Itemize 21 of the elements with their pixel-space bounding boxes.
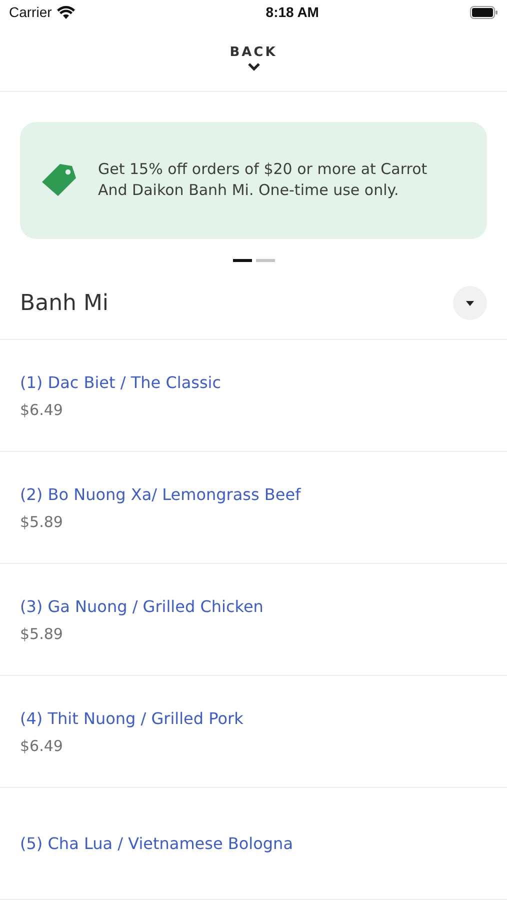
status-time: 8:18 AM (266, 4, 319, 20)
back-button[interactable]: BACK (224, 42, 284, 72)
promo-text: Get 15% off orders of $20 or more at Carrot And Daikon Banh Mi. One-time use only. (98, 159, 428, 202)
menu-item-name[interactable]: (1) Dac Biet / The Classic (20, 372, 222, 392)
menu-item-price: $6.49 (20, 400, 63, 418)
section-title: Banh Mi (20, 290, 109, 316)
menu-item-name[interactable]: (5) Cha Lua / Vietnamese Bologna (20, 834, 293, 853)
caret-icon (465, 300, 475, 307)
menu-item-price: $5.89 (20, 624, 63, 642)
carrier-name: Carrier (9, 4, 52, 20)
page-indicator[interactable] (232, 258, 252, 262)
menu-item-price: $5.89 (20, 512, 63, 530)
wifi-icon (56, 6, 75, 19)
menu-item-name[interactable]: (4) Thit Nuong / Grilled Pork (20, 708, 244, 728)
tag-icon (40, 162, 78, 198)
menu-item-name[interactable]: (3) Ga Nuong / Grilled Chicken (20, 596, 264, 616)
menu-item-name[interactable]: (2) Bo Nuong Xa/ Lemongrass Beef (20, 484, 301, 504)
collapse-button[interactable] (453, 286, 487, 320)
battery-icon (470, 6, 498, 19)
chevron-down-icon (246, 62, 260, 70)
menu-item-price: $6.49 (20, 736, 63, 754)
